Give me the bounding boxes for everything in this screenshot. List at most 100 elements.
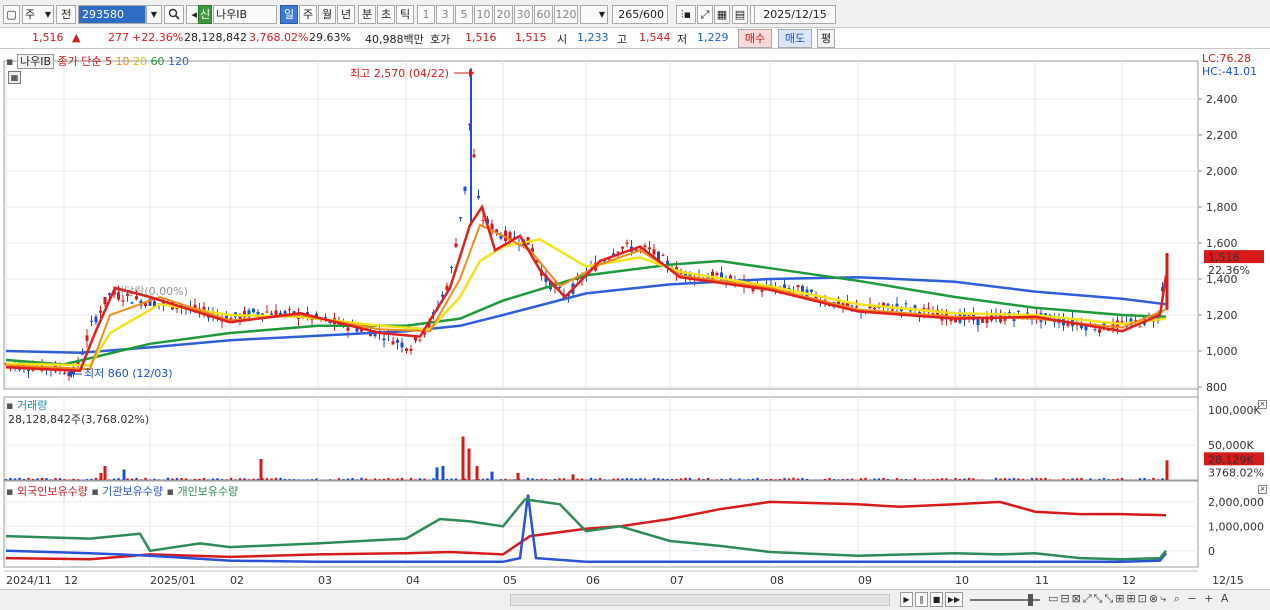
close-panel-icon[interactable]: × [1258,485,1267,494]
save-icon[interactable]: ▤ [732,5,748,24]
stop-icon[interactable]: ■ [930,592,943,607]
period-minute[interactable]: 분 [358,5,376,24]
prev-button[interactable]: 전 [56,5,76,24]
volume-bar [594,478,597,480]
candle-body [913,305,917,309]
volume-bar [832,479,836,480]
x-tick-label: 08 [770,574,784,587]
interval-60[interactable]: 60 [534,5,553,24]
candle-body [283,311,287,314]
close-panel-icon[interactable]: × [1258,400,1267,409]
period-week[interactable]: 주 [299,5,317,24]
volume-bar [981,479,984,480]
candle-body [94,316,98,323]
volume-bar [454,478,458,480]
y-tick-label: 1,600 [1206,237,1238,250]
ask-price: 1,516 [465,31,497,44]
volume-bar [531,478,534,480]
high-label: 고 [617,33,628,46]
y-tick-label: 0 [1208,545,1215,558]
volume-bar [1089,478,1092,480]
volume-bar [328,479,332,480]
period-month[interactable]: 월 [318,5,336,24]
draw-line-icon[interactable]: ⤢ [697,5,713,24]
volume-bar [22,478,26,480]
volume-bar [895,478,899,480]
volume-bar [391,479,395,480]
candle-body [121,300,125,302]
date-field[interactable]: 2025/12/15 [754,5,836,24]
eval-button[interactable]: 평 [817,29,835,48]
count-field[interactable]: 265/600 [612,5,668,24]
volume-bar [756,477,759,480]
horizontal-scrollbar[interactable] [510,594,890,606]
volume-bar [85,479,89,480]
interval-5[interactable]: 5 [455,5,473,24]
crosshair-icon[interactable]: ▦ [714,5,730,24]
volume-bar [310,479,314,480]
volume-bar [153,478,156,480]
code-dropdown-icon[interactable]: ▼ [146,5,162,24]
volume-bar [697,478,701,480]
candle-body [904,303,908,305]
candle-body [27,369,30,372]
stock-code-input[interactable]: 293580 [78,5,146,24]
interval-3[interactable]: 3 [436,5,454,24]
volume-bar [1116,478,1119,480]
volume-bar [355,479,359,480]
volume-bar [544,479,548,480]
period-second[interactable]: 초 [377,5,395,24]
candle-body [850,305,854,307]
candle-body [252,308,255,313]
interval-10[interactable]: 10 [474,5,493,24]
chart-area[interactable]: 2024/11 12 2025/01 02 03 04 05 06 07 08 09 10 11 12 12… [0,49,1270,610]
status-tools-icon[interactable]: ▭⊟⊠⤢⤡⤡⊞⊞⊡⊗⤷ ⌕ − + A [1048,592,1230,606]
stock-name-field[interactable]: 나우IB [213,5,277,24]
candle-body [625,242,629,244]
scroll-right-icon[interactable]: ▶ [900,592,913,607]
period-day[interactable]: 일 [280,5,298,24]
candle-body [288,309,291,311]
volume-bar [1003,478,1007,480]
volume-bar [625,478,629,480]
zoom-slider-thumb[interactable] [1028,594,1033,606]
candle-body [90,320,93,322]
candle-type-icon[interactable]: ⫶▪ [676,5,696,24]
window-menu-icon[interactable]: ▢ [3,5,20,24]
candle-body [346,327,350,331]
volume-bar [481,478,485,480]
volume-bar [225,479,228,480]
candle-body [481,219,485,221]
volume-bar [283,478,287,480]
volume-bar [679,478,683,480]
volume-bar [180,478,183,480]
volume-bar [760,479,764,480]
interval-20[interactable]: 20 [494,5,513,24]
interval-120[interactable]: 120 [554,5,578,24]
candle-body [1120,321,1124,323]
period-year[interactable]: 년 [337,5,355,24]
fast-forward-icon[interactable]: ▶▶ [945,592,963,607]
interval-dropdown[interactable]: ▼ [580,5,608,24]
y-tick-label: 100,000K [1208,404,1261,417]
pause-icon[interactable]: ‖ [915,592,928,607]
buy-button[interactable]: 매수 [738,29,772,48]
volume-bar [927,479,930,480]
volume-bar [108,479,111,480]
chart-canvas[interactable]: 2024/11 12 2025/01 02 03 04 05 06 07 08 09 10 11 12 12… [0,49,1270,589]
volume-bar [1102,478,1106,480]
interval-30[interactable]: 30 [514,5,533,24]
stock-name-tag: 나우IB [16,54,54,69]
candle-body [1138,326,1142,328]
volume-bar [1039,478,1043,480]
volume-bar [553,478,557,480]
market-select[interactable]: 주 ▼ [22,5,54,24]
search-icon[interactable] [164,5,184,24]
calculator-icon[interactable]: ▦ [8,71,21,84]
turnover-rate: 29.63% [309,31,351,44]
volume-bar [630,478,633,480]
interval-1[interactable]: 1 [417,5,435,24]
sell-button[interactable]: 매도 [778,29,812,48]
volume-bar [297,479,300,480]
period-tick[interactable]: 틱 [396,5,414,24]
